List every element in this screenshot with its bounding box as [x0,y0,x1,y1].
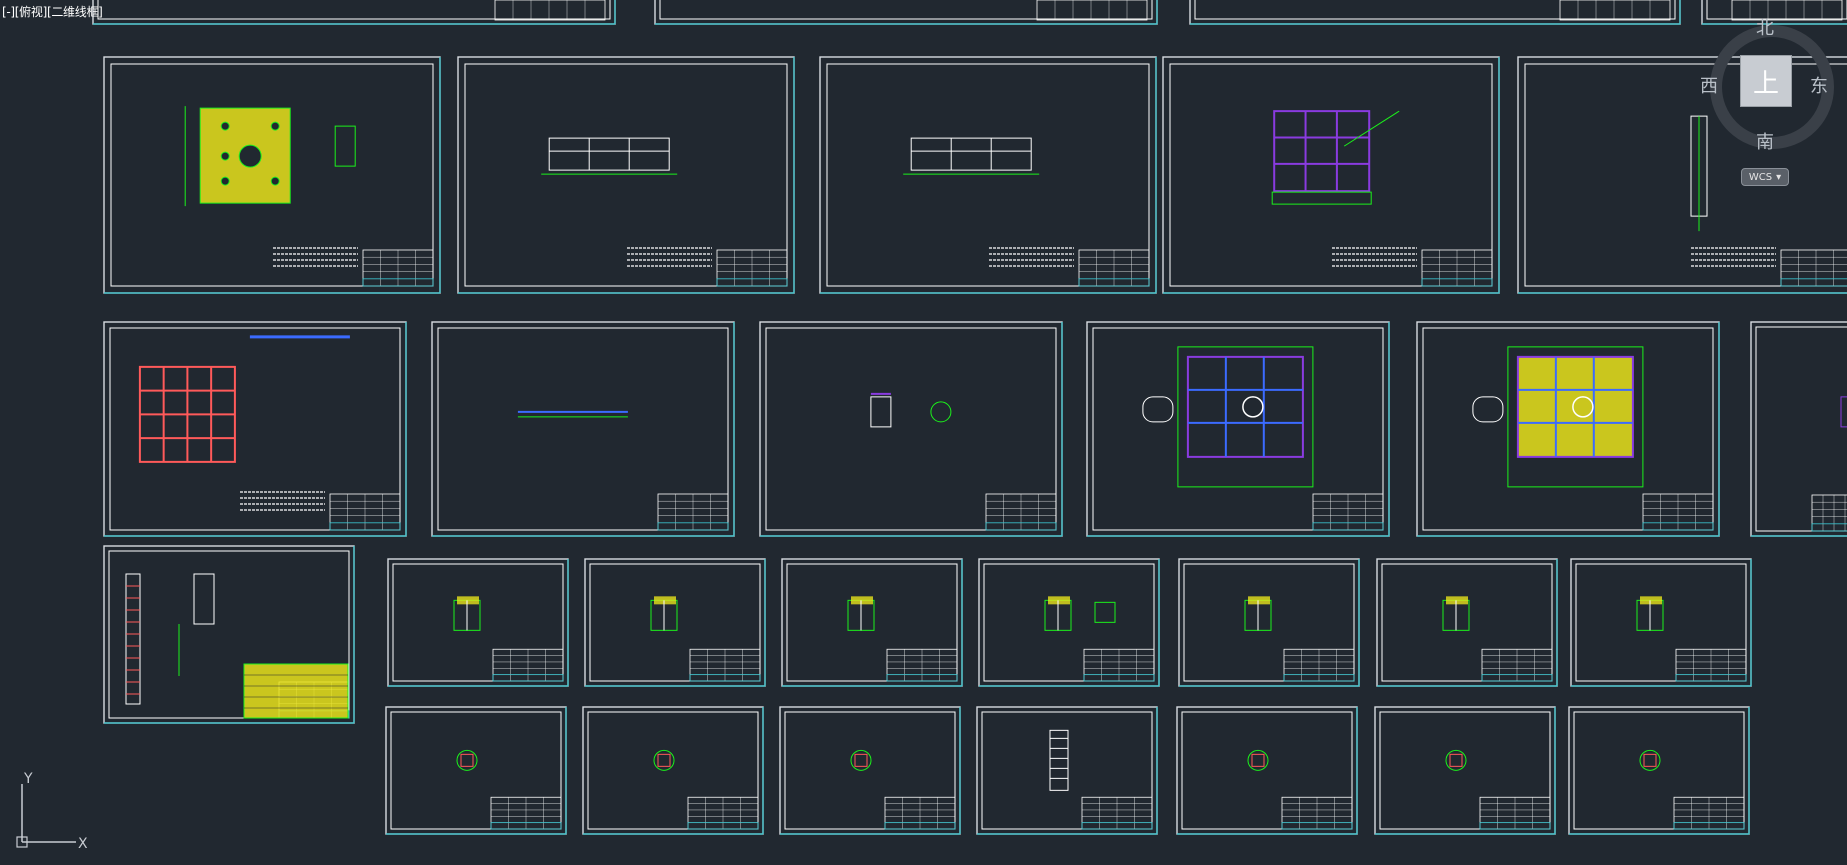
drawing-sheet[interactable] [1416,321,1720,537]
drawing-geometry [184,106,356,207]
drawing-sheet[interactable] [1376,558,1558,687]
drawing-sheet[interactable] [582,706,764,835]
drawing-geometry [653,749,675,771]
drawing-sheet[interactable] [1162,56,1500,294]
title-block [1479,796,1551,830]
drawing-geometry [1271,110,1400,205]
wcs-label: WCS [1748,171,1773,183]
compass-north[interactable]: 北 [1756,14,1774,40]
drawing-geometry [847,596,875,631]
drawing-sheet[interactable] [1178,558,1360,687]
drawing-sheet[interactable] [1189,0,1681,25]
drawing-geometry [1442,596,1470,631]
drawing-geometry [125,573,349,719]
drawing-sheet[interactable] [103,545,355,724]
compass-south[interactable]: 南 [1756,128,1774,154]
drawing-geometry [453,596,481,631]
drawing-geometry [870,392,952,428]
drawing-sheet[interactable] [387,558,569,687]
title-block [1559,0,1671,21]
title-block [1283,648,1355,682]
title-block [490,796,562,830]
compass-west[interactable]: 西 [1700,72,1718,98]
drawing-sheet[interactable] [1568,706,1750,835]
title-block [1078,249,1150,287]
drawing-geometry [1840,396,1847,428]
title-block [985,493,1057,531]
title-block [716,249,788,287]
drawing-geometry [1472,346,1644,488]
drawing-geometry [456,749,478,771]
title-block [1421,249,1493,287]
drawing-geometry [1247,749,1269,771]
title-block [1731,0,1843,21]
drawing-sheet[interactable] [584,558,766,687]
drawing-sheet[interactable] [1570,558,1752,687]
drawing-geometry [1639,749,1661,771]
drawing-geometry [517,410,628,418]
title-block [1312,493,1384,531]
title-block [362,249,434,287]
drawing-geometry [850,749,872,771]
title-block [1811,494,1847,532]
drawing-canvas[interactable] [0,0,1847,865]
drawing-sheet[interactable] [819,56,1157,294]
drawing-sheet[interactable] [92,0,616,25]
drawing-sheet[interactable] [1374,706,1556,835]
title-block [329,493,401,531]
drawing-sheet[interactable] [779,706,961,835]
drawing-sheet[interactable] [976,706,1158,835]
title-block [1675,648,1747,682]
drawing-geometry [1445,749,1467,771]
title-block [492,648,564,682]
compass-east[interactable]: 东 [1810,72,1828,98]
drawing-geometry [138,335,350,463]
drawing-geometry [1142,346,1314,488]
viewport-controls-label[interactable]: [-][俯视][二维线框] [2,3,103,20]
chevron-down-icon: ▾ [1776,171,1782,183]
title-block [1083,648,1155,682]
drawing-sheet[interactable] [385,706,567,835]
title-block [1481,648,1553,682]
drawing-sheet[interactable] [103,56,441,294]
drawing-sheet[interactable] [1086,321,1390,537]
title-block [886,648,958,682]
ucs-icon: Y X [16,771,88,850]
title-block [1780,249,1847,287]
drawing-sheet[interactable] [1750,321,1847,537]
drawing-geometry [1636,596,1664,631]
title-block [1081,796,1153,830]
drawing-geometry [1049,729,1069,791]
view-cube[interactable]: 上 北 西 东 南 WCS ▾ [1700,18,1836,186]
drawing-geometry [1244,596,1272,631]
wcs-menu-button[interactable]: WCS ▾ [1741,168,1789,186]
title-block [1642,493,1714,531]
title-block [1036,0,1148,21]
drawing-sheet[interactable] [431,321,735,537]
drawing-sheet[interactable] [978,558,1160,687]
title-block [1281,796,1353,830]
title-block [1673,796,1745,830]
drawing-geometry [650,596,678,631]
title-block [884,796,956,830]
drawing-geometry [1044,596,1116,631]
title-block [494,0,606,21]
title-block [657,493,729,531]
drawing-geometry [541,137,678,175]
drawing-geometry [903,137,1040,175]
drawing-sheet[interactable] [759,321,1063,537]
drawing-sheet[interactable] [1176,706,1358,835]
drawing-sheet[interactable] [654,0,1158,25]
ucs-x-label: X [78,836,88,850]
ucs-y-label: Y [23,771,33,787]
view-cube-top-face[interactable]: 上 [1740,55,1792,107]
title-block [689,648,761,682]
drawing-sheet[interactable] [457,56,795,294]
title-block [687,796,759,830]
drawing-sheet[interactable] [103,321,407,537]
drawing-sheet[interactable] [781,558,963,687]
